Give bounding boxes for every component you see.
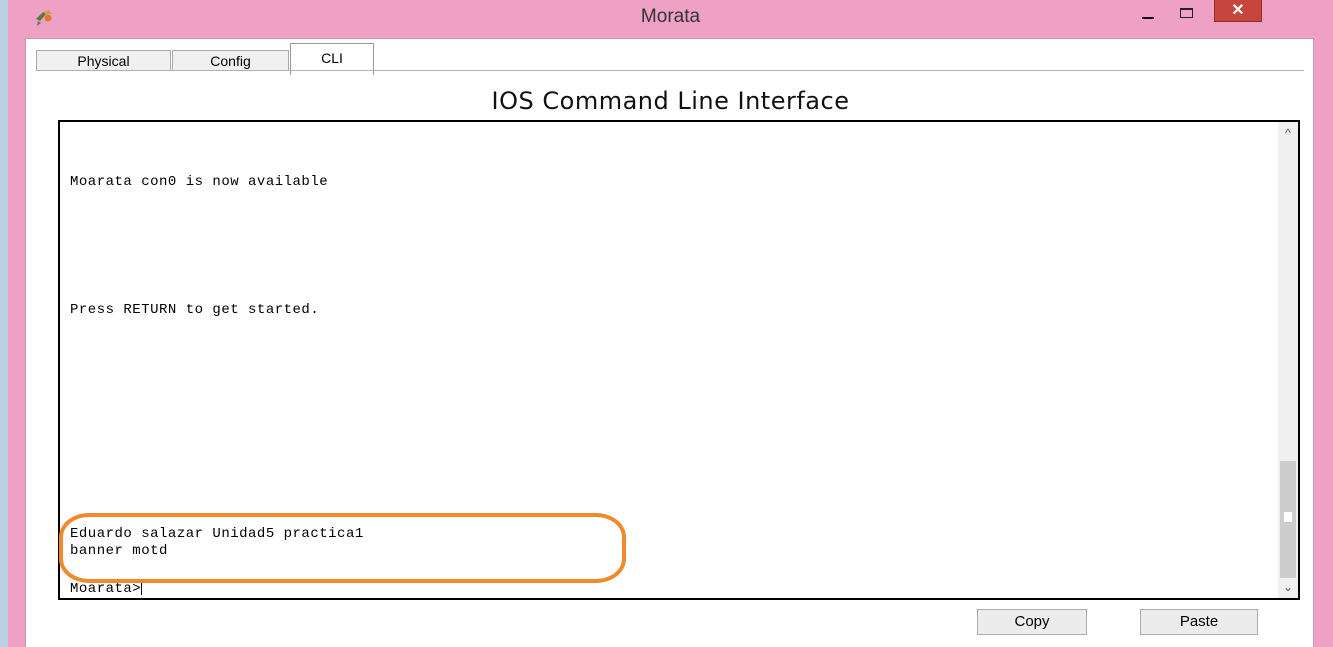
close-button[interactable]: ✕	[1214, 0, 1262, 22]
minimize-icon	[1142, 17, 1154, 19]
cli-heading: IOS Command Line Interface	[491, 87, 850, 115]
app-window: Morata ✕ Physical Config CLI IOS Command…	[8, 0, 1333, 647]
terminal-line-banner-2: banner motd	[70, 543, 168, 559]
terminal-line-available: Moarata con0 is now available	[70, 174, 329, 190]
tab-physical[interactable]: Physical	[36, 50, 171, 71]
scroll-down-icon[interactable]: ⌄	[1278, 578, 1298, 598]
terminal-prompt: Moarata>	[70, 581, 142, 597]
desktop-edge	[0, 0, 8, 647]
close-icon: ✕	[1231, 2, 1245, 19]
text-cursor	[141, 579, 143, 595]
scroll-thumb[interactable]	[1280, 461, 1296, 578]
scroll-up-icon[interactable]: ^	[1278, 122, 1298, 142]
maximize-button[interactable]	[1174, 4, 1202, 26]
copy-button[interactable]: Copy	[977, 609, 1087, 635]
tab-divider	[36, 70, 1304, 71]
terminal-scrollbar[interactable]: ^ ⌄	[1278, 122, 1298, 598]
terminal-line-banner-1: Eduardo salazar Unidad5 practica1	[70, 526, 364, 542]
tab-config[interactable]: Config	[172, 50, 289, 71]
terminal-line-press-return: Press RETURN to get started.	[70, 302, 320, 318]
maximize-icon	[1180, 8, 1193, 18]
terminal-prompt-line[interactable]: Moarata>	[70, 579, 143, 597]
cli-terminal[interactable]: Moarata con0 is now available Press RETU…	[58, 120, 1300, 600]
paste-button[interactable]: Paste	[1140, 609, 1258, 635]
minimize-button[interactable]	[1136, 4, 1162, 26]
scroll-grip	[1284, 512, 1292, 522]
device-panel: Physical Config CLI IOS Command Line Int…	[25, 38, 1314, 647]
window-title: Morata	[640, 6, 701, 27]
title-bar[interactable]: Morata ✕	[8, 0, 1333, 38]
